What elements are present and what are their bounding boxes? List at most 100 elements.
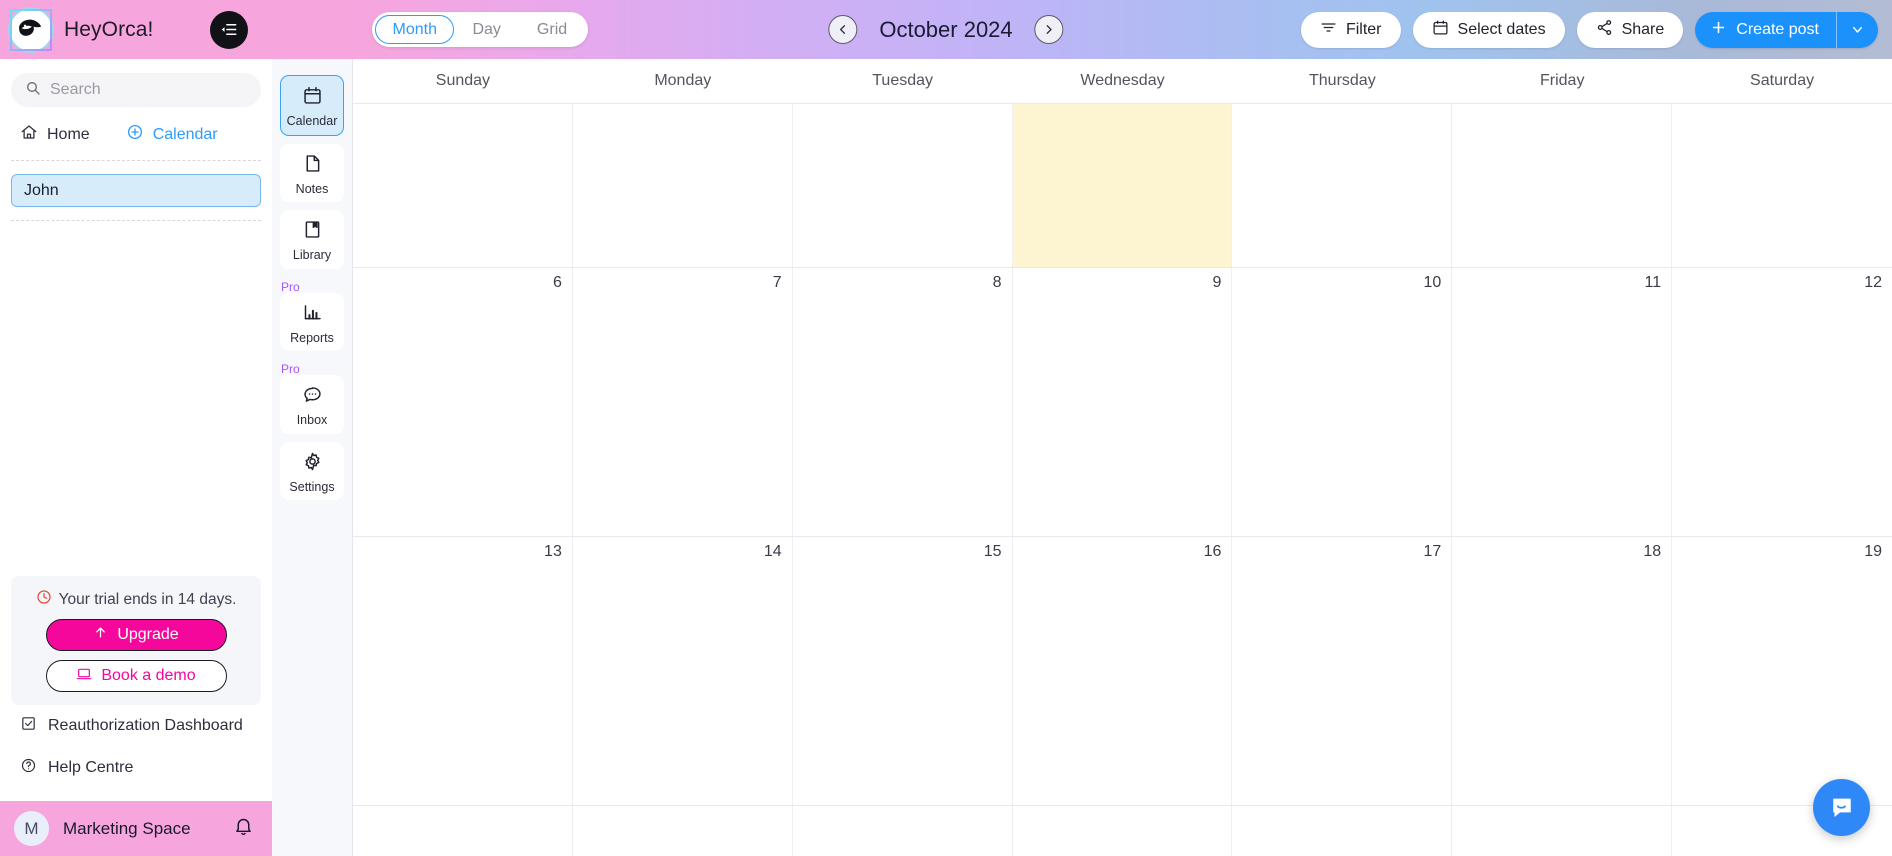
rail-item-notes-label: Notes <box>295 181 329 196</box>
search-input[interactable]: Search <box>11 73 261 107</box>
day-cell[interactable] <box>1013 806 1233 856</box>
day-cell[interactable]: 8 <box>793 268 1013 536</box>
create-post-button[interactable]: Create post <box>1695 12 1836 48</box>
day-cell[interactable] <box>793 806 1013 856</box>
search-placeholder: Search <box>50 81 101 98</box>
book-demo-label: Book a demo <box>101 667 196 684</box>
avatar: M <box>14 811 49 846</box>
trial-card: Your trial ends in 14 days. Upgrade Book… <box>11 576 261 705</box>
calendar-view: Sunday Monday Tuesday Wednesday Thursday… <box>353 59 1892 856</box>
book-demo-button[interactable]: Book a demo <box>45 660 227 692</box>
day-number: 9 <box>1212 274 1222 291</box>
rail-item-library[interactable]: Library <box>280 210 344 269</box>
day-cell[interactable] <box>1452 104 1673 267</box>
clock-icon <box>36 589 52 610</box>
day-number: 7 <box>772 274 782 291</box>
sidebar-item-calendar[interactable]: Calendar <box>126 123 218 146</box>
day-cell[interactable] <box>1452 806 1673 856</box>
calendar-icon <box>1432 19 1449 41</box>
calendar-week-row: 13 14 15 16 17 18 19 <box>353 537 1892 806</box>
calendar-week-row <box>353 806 1892 856</box>
rail-item-settings[interactable]: Settings <box>280 441 344 500</box>
day-cell[interactable] <box>793 104 1013 267</box>
pro-badge-inbox: Pro <box>281 362 300 376</box>
calendar-week-row: 6 7 8 9 10 11 12 <box>353 268 1892 537</box>
calendar-icon <box>302 85 323 111</box>
day-cell[interactable]: 6 <box>353 268 573 536</box>
day-number: 8 <box>992 274 1002 291</box>
day-cell[interactable]: 18 <box>1452 537 1673 805</box>
day-cell-today[interactable] <box>1012 104 1233 267</box>
sidebar-item-reauthorization-dashboard[interactable]: Reauthorization Dashboard <box>0 705 272 747</box>
day-number: 6 <box>552 274 562 291</box>
sidebar-item-calendar-label: Calendar <box>152 125 218 143</box>
orca-logo-icon <box>10 8 52 51</box>
weekday-tuesday: Tuesday <box>872 72 934 89</box>
day-cell[interactable]: 16 <box>1013 537 1233 805</box>
rail-item-calendar[interactable]: Calendar <box>280 75 344 136</box>
weekday-friday: Friday <box>1539 72 1585 89</box>
book-icon <box>302 219 323 245</box>
bell-icon[interactable] <box>233 816 254 842</box>
day-cell[interactable] <box>353 806 573 856</box>
day-number: 16 <box>1203 543 1222 560</box>
day-cell[interactable]: 11 <box>1452 268 1673 536</box>
day-cell[interactable]: 14 <box>573 537 793 805</box>
chevron-left-icon[interactable] <box>828 15 858 44</box>
day-cell[interactable]: 19 <box>1672 537 1892 805</box>
weekday-sunday: Sunday <box>435 72 491 89</box>
day-cell[interactable] <box>573 806 793 856</box>
day-cell[interactable] <box>573 104 793 267</box>
view-mode-day[interactable]: Day <box>454 15 518 44</box>
day-cell[interactable]: 10 <box>1232 268 1453 536</box>
calendar-weekday-header: Sunday Monday Tuesday Wednesday Thursday… <box>353 59 1892 104</box>
intercom-chat-icon[interactable] <box>1813 779 1870 836</box>
day-cell[interactable] <box>353 104 573 267</box>
brand-zone: HeyOrca! <box>0 0 355 59</box>
day-cell[interactable]: 9 <box>1013 268 1233 536</box>
chevron-right-icon[interactable] <box>1034 15 1064 44</box>
question-circle-icon <box>20 757 37 779</box>
chevron-down-icon[interactable] <box>1836 11 1878 48</box>
gear-icon <box>302 451 323 477</box>
upgrade-button[interactable]: Upgrade <box>45 619 227 651</box>
checkbox-icon <box>20 715 37 737</box>
day-number: 13 <box>544 543 562 560</box>
sidebar-item-help-centre[interactable]: Help Centre <box>0 747 272 789</box>
weekday-thursday: Thursday <box>1309 72 1376 89</box>
day-number: 19 <box>1864 543 1882 560</box>
sidebar-item-home[interactable]: Home <box>20 123 90 146</box>
day-cell[interactable]: 17 <box>1232 537 1453 805</box>
chart-bar-icon <box>302 302 323 328</box>
search-icon <box>25 80 41 101</box>
day-cell[interactable]: 15 <box>793 537 1013 805</box>
rail-item-reports[interactable]: Pro Reports <box>280 280 344 351</box>
view-mode-grid[interactable]: Grid <box>519 15 585 44</box>
day-cell[interactable] <box>1232 806 1453 856</box>
rail-item-settings-label: Settings <box>289 479 335 494</box>
day-number: 12 <box>1864 274 1882 291</box>
brand-name: HeyOrca! <box>64 17 154 41</box>
day-number: 11 <box>1644 274 1662 291</box>
share-label: Share <box>1621 20 1665 38</box>
workspace-switcher[interactable]: M Marketing Space <box>0 801 272 856</box>
view-mode-month[interactable]: Month <box>375 15 455 44</box>
share-button[interactable]: Share <box>1576 11 1684 48</box>
filter-button[interactable]: Filter <box>1300 11 1401 48</box>
day-number: 10 <box>1423 274 1442 291</box>
day-cell[interactable]: 12 <box>1672 268 1892 536</box>
rail-item-inbox[interactable]: Pro Inbox <box>280 362 344 434</box>
day-cell[interactable]: 7 <box>573 268 793 536</box>
pro-badge-reports: Pro <box>281 279 300 294</box>
day-cell[interactable] <box>1672 104 1892 267</box>
sidebar-nav: Home Calendar <box>0 107 272 160</box>
calendar-list-item-john[interactable]: John <box>11 174 261 207</box>
day-cell[interactable]: 13 <box>353 537 573 805</box>
collapse-sidebar-icon[interactable] <box>209 10 248 49</box>
rail-item-notes[interactable]: Notes <box>280 143 344 202</box>
select-dates-button[interactable]: Select dates <box>1412 11 1565 48</box>
day-cell[interactable] <box>1232 104 1453 267</box>
home-icon <box>20 123 38 146</box>
arrow-up-icon <box>93 625 108 645</box>
day-number: 14 <box>763 543 782 560</box>
